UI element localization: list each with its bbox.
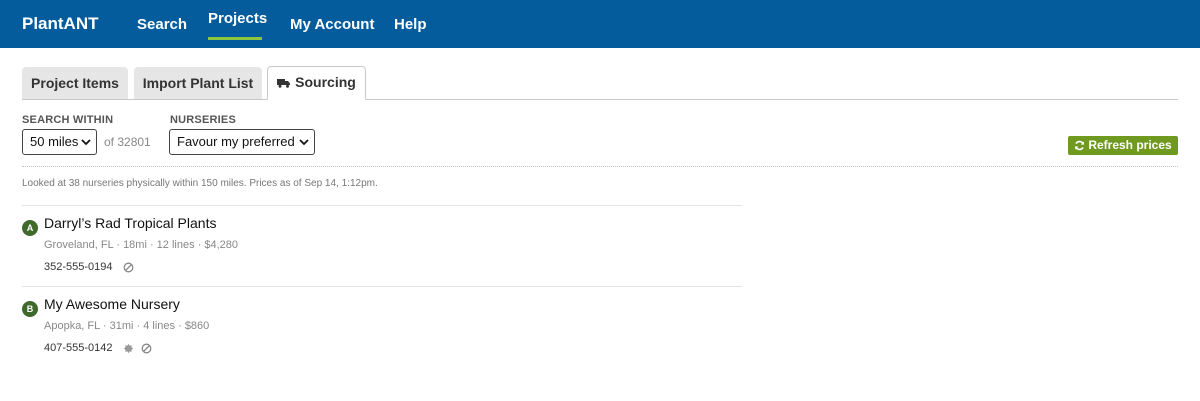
block-icon[interactable] [123,262,134,273]
nursery-phone: 407-555-0142 [44,342,113,354]
chevron-down-icon [81,139,91,146]
status-text: Looked at 38 nurseries physically within… [22,178,378,189]
nursery-meta: Groveland, FL · 18mi · 12 lines · $4,280 [44,239,239,251]
nav-my-account[interactable]: My Account [290,16,374,33]
refresh-icon [1075,140,1085,151]
section-divider [22,166,1178,167]
nursery-badge: A [22,220,38,236]
nursery-name[interactable]: Darryl’s Rad Tropical Plants [44,215,216,231]
brand-logo[interactable]: PlantANT [22,14,99,34]
tab-import-plant-list[interactable]: Import Plant List [134,67,262,99]
tab-label: Sourcing [295,74,356,90]
nav-help[interactable]: Help [394,16,427,33]
nurseries-select[interactable]: Favour my preferred [169,129,315,155]
nurseries-value: Favour my preferred [177,134,295,149]
nurseries-label: NURSERIES [170,114,236,126]
tab-label: Project Items [31,75,119,91]
chevron-down-icon [299,139,309,146]
gear-badge-icon[interactable] [123,343,134,354]
nav-projects[interactable]: Projects [208,10,267,27]
nursery-phone: 352-555-0194 [44,261,113,273]
refresh-prices-button[interactable]: Refresh prices [1068,136,1178,155]
search-within-value: 50 miles [30,134,79,149]
nav-search[interactable]: Search [137,16,187,33]
nav-active-indicator [208,37,262,40]
tab-sourcing[interactable]: Sourcing [267,66,366,100]
tab-project-items[interactable]: Project Items [22,67,128,99]
nursery-badge: B [22,301,38,317]
list-item: A Darryl’s Rad Tropical Plants Groveland… [22,205,742,285]
tab-label: Import Plant List [142,75,254,91]
truck-icon [277,79,291,88]
nursery-meta: Apopka, FL · 31mi · 4 lines · $860 [44,320,210,332]
zip-text: of 32801 [104,135,151,149]
search-within-label: SEARCH WITHIN [22,114,114,126]
tabs-divider [22,99,1178,100]
search-within-select[interactable]: 50 miles [22,129,97,155]
top-nav: PlantANT Search Projects My Account Help [0,0,1200,48]
nursery-name[interactable]: My Awesome Nursery [44,296,180,312]
block-icon[interactable] [141,343,152,354]
list-item: B My Awesome Nursery Apopka, FL · 31mi ·… [22,286,742,366]
refresh-prices-label: Refresh prices [1088,138,1172,152]
